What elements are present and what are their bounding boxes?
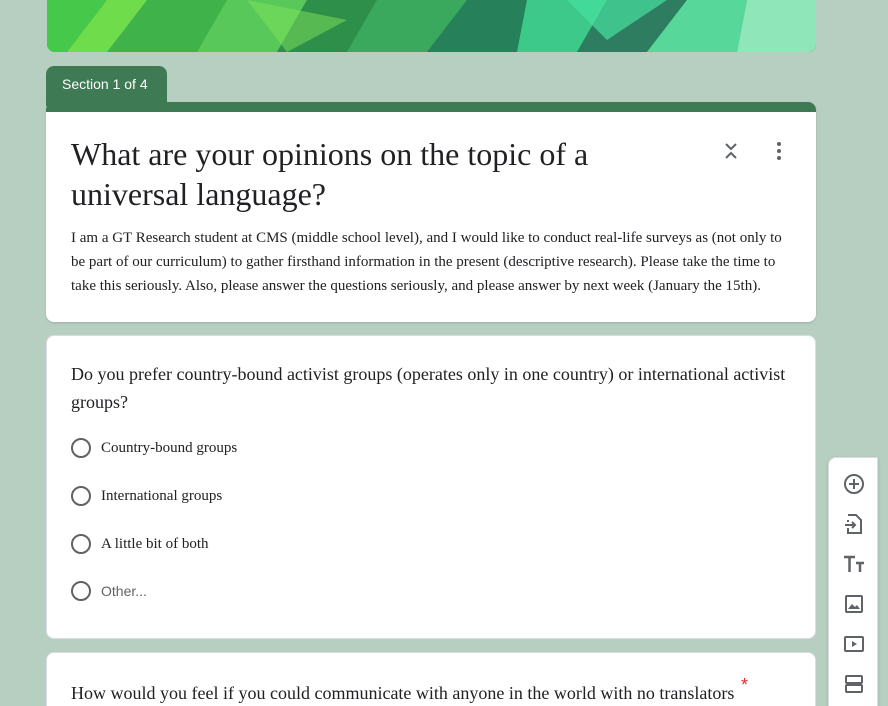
import-questions-icon[interactable] — [842, 512, 866, 536]
question-title: How would you feel if you could communic… — [71, 683, 735, 703]
collapse-section-icon[interactable] — [720, 138, 742, 164]
radio-button[interactable] — [71, 438, 91, 458]
more-options-icon[interactable] — [768, 138, 790, 164]
form-description[interactable]: I am a GT Research student at CMS (middl… — [71, 226, 791, 298]
question-title: Do you prefer country-bound activist gro… — [71, 364, 786, 412]
header-banner-image — [47, 0, 816, 52]
radio-button[interactable] — [71, 534, 91, 554]
radio-option[interactable]: A little bit of both — [71, 532, 209, 556]
form-title-card: What are your opinions on the topic of a… — [46, 102, 816, 322]
radio-option[interactable]: International groups — [71, 484, 222, 508]
section-tab-label: Section 1 of 4 — [62, 76, 148, 92]
option-other-label: Other... — [101, 583, 147, 599]
radio-option[interactable]: Country-bound groups — [71, 436, 237, 460]
form-title[interactable]: What are your opinions on the topic of a… — [71, 134, 711, 214]
radio-option-other[interactable]: Other... — [71, 579, 147, 603]
radio-button[interactable] — [71, 581, 91, 601]
add-question-icon[interactable] — [842, 472, 866, 496]
add-video-icon[interactable] — [842, 632, 866, 656]
section-tab: Section 1 of 4 — [46, 66, 167, 106]
option-label: A little bit of both — [101, 535, 209, 552]
option-label: Country-bound groups — [101, 439, 238, 456]
option-label: International groups — [101, 487, 223, 504]
add-title-icon[interactable] — [842, 552, 866, 576]
add-section-icon[interactable] — [842, 672, 866, 696]
radio-button[interactable] — [71, 486, 91, 506]
required-asterisk: * — [741, 675, 749, 695]
question-card[interactable]: Do you prefer country-bound activist gro… — [46, 335, 816, 639]
add-image-icon[interactable] — [842, 592, 866, 616]
floating-toolbar — [828, 457, 878, 706]
question-card[interactable]: How would you feel if you could communic… — [46, 652, 816, 706]
